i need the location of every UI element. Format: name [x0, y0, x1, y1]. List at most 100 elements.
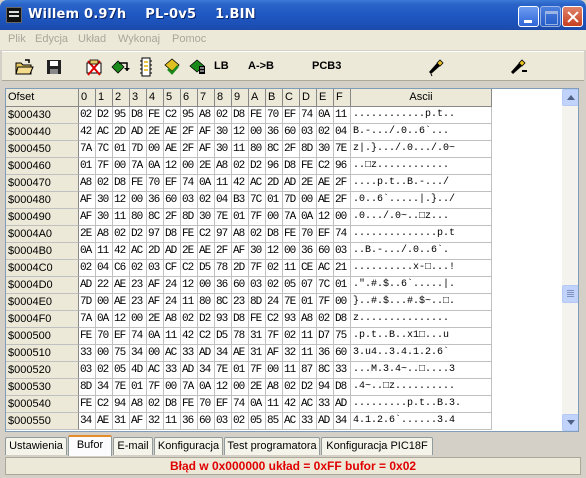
byte-cell[interactable]: 70: [147, 175, 164, 192]
byte-cell[interactable]: 02: [317, 124, 334, 141]
byte-cell[interactable]: 0A: [147, 328, 164, 345]
byte-cell[interactable]: A8: [266, 379, 283, 396]
table-row[interactable]: $000480 AF 30 12 00 36 60 03 02 04 B3 7C 01 7D 00 AE 2F.…: [6, 192, 492, 209]
open-folder-icon[interactable]: [14, 57, 34, 77]
byte-cell[interactable]: FE: [79, 396, 96, 413]
byte-cell[interactable]: 01: [113, 141, 130, 158]
byte-cell[interactable]: FE: [283, 226, 300, 243]
byte-cell[interactable]: 00: [249, 124, 266, 141]
byte-cell[interactable]: 31: [113, 413, 130, 430]
byte-cell[interactable]: 96: [266, 158, 283, 175]
byte-cell[interactable]: 12: [266, 243, 283, 260]
byte-cell[interactable]: 03: [147, 260, 164, 277]
byte-cell[interactable]: EF: [164, 175, 181, 192]
byte-cell[interactable]: 7C: [317, 277, 334, 294]
table-row[interactable]: $000490 AF 30 11 80 8C 2F 8D 30 7E 01 7F 00 7A 0A 12 00.…: [6, 209, 492, 226]
byte-cell[interactable]: 02: [79, 107, 96, 124]
byte-cell[interactable]: 36: [181, 413, 198, 430]
byte-cell[interactable]: D8: [164, 226, 181, 243]
byte-cell[interactable]: 02: [249, 226, 266, 243]
table-row[interactable]: $000450 7A 7C 01 7D 00 AE 2F AF 30 11 80 8C 2F 8D 30 7E z…: [6, 141, 492, 158]
byte-cell[interactable]: 30: [249, 243, 266, 260]
byte-cell[interactable]: 12: [232, 124, 249, 141]
byte-cell[interactable]: 60: [198, 413, 215, 430]
byte-cell[interactable]: 00: [130, 311, 147, 328]
byte-cell[interactable]: D8: [334, 379, 351, 396]
read-chip-icon[interactable]: [110, 57, 130, 77]
byte-cell[interactable]: 02: [113, 226, 130, 243]
byte-cell[interactable]: 42: [283, 396, 300, 413]
byte-cell[interactable]: 7E: [215, 362, 232, 379]
byte-cell[interactable]: 11: [300, 328, 317, 345]
byte-cell[interactable]: 74: [232, 396, 249, 413]
byte-cell[interactable]: 01: [300, 294, 317, 311]
byte-cell[interactable]: 78: [232, 328, 249, 345]
byte-cell[interactable]: 02: [198, 192, 215, 209]
byte-cell[interactable]: 95: [181, 107, 198, 124]
byte-cell[interactable]: EF: [317, 226, 334, 243]
byte-cell[interactable]: 34: [334, 413, 351, 430]
table-row[interactable]: $000530 8D 34 7E 01 7F 00 7A 0A 12 00 2E A8 02 D2 94 D8.…: [6, 379, 492, 396]
byte-cell[interactable]: 70: [266, 107, 283, 124]
byte-cell[interactable]: 60: [283, 124, 300, 141]
byte-cell[interactable]: 42: [181, 328, 198, 345]
byte-cell[interactable]: 85: [266, 413, 283, 430]
table-row[interactable]: $0004D0 AD 22 AE 23 AF 24 12 00 36 60 03 02 05 07 7C 01.…: [6, 277, 492, 294]
byte-cell[interactable]: 60: [317, 243, 334, 260]
byte-cell[interactable]: D2: [96, 107, 113, 124]
byte-cell[interactable]: 8D: [79, 379, 96, 396]
byte-cell[interactable]: AD: [79, 277, 96, 294]
byte-cell[interactable]: 7D: [79, 294, 96, 311]
menu-plik[interactable]: Plik: [8, 33, 26, 45]
byte-cell[interactable]: 8C: [266, 141, 283, 158]
byte-cell[interactable]: 93: [215, 311, 232, 328]
byte-cell[interactable]: B3: [232, 192, 249, 209]
config-tool-icon[interactable]: [508, 57, 528, 77]
byte-cell[interactable]: 00: [181, 158, 198, 175]
byte-cell[interactable]: 74: [334, 226, 351, 243]
byte-cell[interactable]: A8: [79, 175, 96, 192]
byte-cell[interactable]: 12: [215, 379, 232, 396]
byte-cell[interactable]: 7F: [249, 362, 266, 379]
byte-cell[interactable]: 36: [317, 345, 334, 362]
byte-cell[interactable]: 97: [147, 226, 164, 243]
byte-cell[interactable]: AE: [164, 124, 181, 141]
byte-cell[interactable]: 02: [147, 396, 164, 413]
byte-cell[interactable]: 03: [249, 277, 266, 294]
byte-cell[interactable]: 93: [283, 311, 300, 328]
byte-cell[interactable]: 7E: [215, 209, 232, 226]
byte-cell[interactable]: 70: [300, 226, 317, 243]
byte-cell[interactable]: 42: [79, 124, 96, 141]
menu-edycja[interactable]: Edycja: [35, 33, 68, 45]
byte-cell[interactable]: CE: [300, 260, 317, 277]
byte-cell[interactable]: 0A: [96, 311, 113, 328]
byte-cell[interactable]: 01: [334, 277, 351, 294]
tab-ustawienia[interactable]: Ustawienia: [5, 437, 67, 455]
byte-cell[interactable]: 42: [232, 175, 249, 192]
byte-cell[interactable]: AD: [181, 362, 198, 379]
byte-cell[interactable]: 80: [249, 141, 266, 158]
byte-cell[interactable]: D8: [232, 107, 249, 124]
byte-cell[interactable]: 36: [300, 243, 317, 260]
byte-cell[interactable]: 60: [334, 345, 351, 362]
byte-cell[interactable]: 11: [300, 345, 317, 362]
byte-cell[interactable]: 00: [266, 209, 283, 226]
byte-cell[interactable]: D2: [130, 226, 147, 243]
byte-cell[interactable]: 30: [96, 209, 113, 226]
byte-cell[interactable]: 74: [130, 328, 147, 345]
byte-cell[interactable]: D7: [317, 328, 334, 345]
save-disk-icon[interactable]: [44, 57, 64, 77]
byte-cell[interactable]: 0A: [198, 379, 215, 396]
byte-cell[interactable]: 60: [232, 277, 249, 294]
byte-cell[interactable]: 34: [79, 413, 96, 430]
byte-cell[interactable]: 04: [96, 260, 113, 277]
byte-cell[interactable]: 70: [96, 328, 113, 345]
byte-cell[interactable]: 32: [147, 413, 164, 430]
byte-cell[interactable]: EF: [215, 396, 232, 413]
byte-cell[interactable]: 11: [283, 362, 300, 379]
byte-cell[interactable]: 30: [215, 141, 232, 158]
byte-cell[interactable]: 2D: [147, 243, 164, 260]
verify-chip-icon[interactable]: [188, 57, 208, 77]
byte-cell[interactable]: 31: [249, 345, 266, 362]
byte-cell[interactable]: 78: [215, 260, 232, 277]
